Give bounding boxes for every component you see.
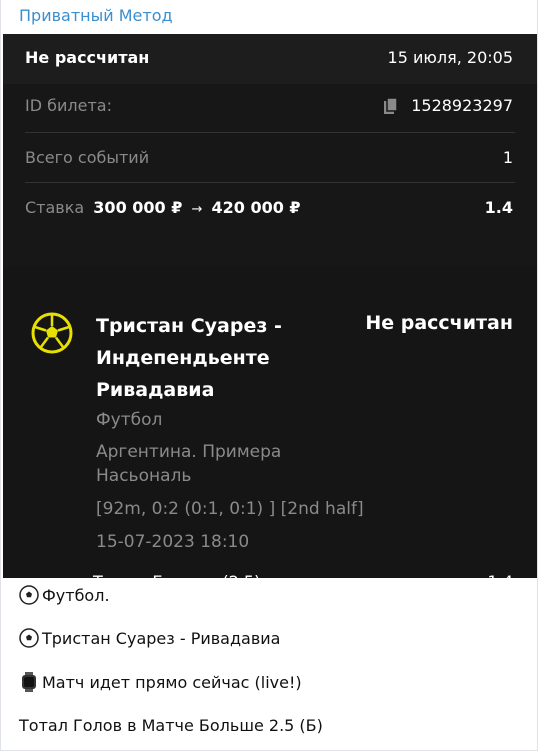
ticket-header: Не рассчитан 15 июля, 20:05 <box>3 34 537 84</box>
soccer-ball-icon <box>31 312 73 354</box>
divider <box>25 182 515 183</box>
caption-teams: Тристан Суарез - Ривадавиа <box>42 628 281 648</box>
match-date: 15-07-2023 18:10 <box>96 532 250 552</box>
message-bubble: Приватный Метод Не рассчитан 15 июля, 20… <box>0 0 538 751</box>
stake-amount: 300 000 ₽ <box>93 198 183 217</box>
ticket-coefficient: 1.4 <box>484 198 513 217</box>
caption-line-total: Тотал Голов в Матче Больше 2.5 (Б) <box>19 716 323 735</box>
channel-name[interactable]: Приватный Метод <box>19 6 173 25</box>
caption-line-live: Матч идет прямо сейчас (live!) <box>19 672 302 692</box>
events-value: 1 <box>502 148 513 167</box>
ticket-status: Не рассчитан <box>25 48 150 67</box>
caption-sport: Футбол. <box>42 585 110 605</box>
caption-total: Тотал Голов в Матче Больше 2.5 (Б) <box>19 716 323 735</box>
match-teams: Тристан Суарез - Индепендьенте Ривадавиа <box>96 315 282 401</box>
caption-live: Матч идет прямо сейчас (live!) <box>42 672 302 692</box>
caption-line-teams: Тристан Суарез - Ривадавиа <box>19 628 280 648</box>
events-label: Всего событий <box>25 148 150 167</box>
bet-selection: Тотал: Больше (2.5) <box>93 572 261 591</box>
stake-label: Ставка <box>25 198 85 217</box>
ticket-datetime: 15 июля, 20:05 <box>387 48 513 67</box>
copy-icon[interactable] <box>383 96 399 115</box>
ticket-id-label: ID билета: <box>25 96 112 115</box>
match-sport: Футбол <box>96 410 163 430</box>
divider <box>25 132 515 133</box>
match-league: Аргентина. Примера Насьональ <box>96 442 282 486</box>
ticket-id-value: 1528923297 <box>411 96 513 115</box>
match-card: Тристан Суарез - Индепендьенте Ривадавиа… <box>3 266 537 591</box>
bet-coefficient: 1.4 <box>487 572 513 591</box>
match-live-info: [92m, 0:2 (0:1, 0:1) ] [2nd half] <box>96 499 364 519</box>
soccer-ball-icon <box>19 585 39 605</box>
caption-line-sport: Футбол. <box>19 585 110 605</box>
arrow-icon: → <box>191 202 203 217</box>
payout-amount: 420 000 ₽ <box>211 198 301 217</box>
match-status: Не рассчитан <box>365 312 513 334</box>
watch-icon <box>22 672 36 692</box>
soccer-ball-icon <box>19 628 39 648</box>
bet-ticket: Не рассчитан 15 июля, 20:05 ID билета: 1… <box>3 34 537 591</box>
